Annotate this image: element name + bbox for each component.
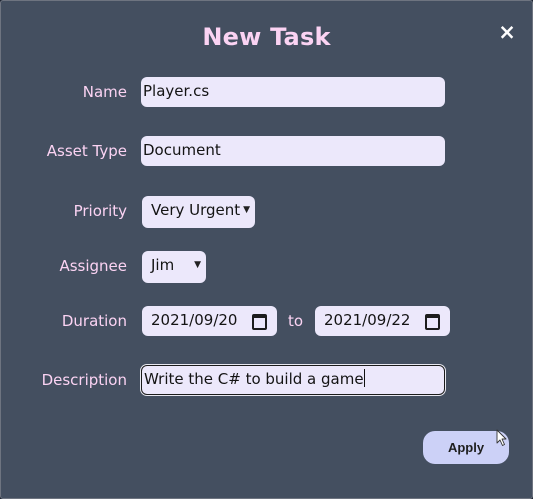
priority-value: Very Urgent	[151, 201, 241, 219]
assignee-select[interactable]: Jim ▼	[142, 251, 206, 283]
new-task-dialog: New Task × Name Player.cs Asset Type Doc…	[0, 0, 533, 499]
chevron-down-icon: ▼	[194, 260, 201, 270]
name-input[interactable]: Player.cs	[141, 77, 445, 107]
description-label: Description	[41, 371, 127, 389]
dialog-title: New Task	[202, 23, 331, 51]
start-date-input[interactable]: 2021/09/20	[142, 306, 277, 336]
description-value: Write the C# to build a game	[144, 370, 364, 388]
duration-separator: to	[288, 312, 304, 330]
duration-label: Duration	[61, 312, 127, 330]
text-cursor	[363, 369, 365, 387]
end-date-input[interactable]: 2021/09/22	[315, 306, 450, 336]
chevron-down-icon: ▼	[243, 205, 250, 215]
start-date-value: 2021/09/20	[151, 311, 238, 329]
priority-label: Priority	[73, 202, 127, 220]
assignee-value: Jim	[151, 256, 175, 274]
asset-type-label: Asset Type	[46, 142, 127, 160]
calendar-icon[interactable]	[425, 314, 440, 330]
close-icon[interactable]: ×	[497, 20, 517, 44]
asset-type-input[interactable]: Document	[141, 136, 445, 166]
calendar-icon[interactable]	[252, 314, 267, 330]
name-label: Name	[82, 83, 127, 101]
description-input[interactable]: Write the C# to build a game	[141, 365, 445, 395]
mouse-cursor-icon	[496, 429, 507, 446]
end-date-value: 2021/09/22	[324, 311, 411, 329]
assignee-label: Assignee	[59, 257, 127, 275]
priority-select[interactable]: Very Urgent ▼	[142, 196, 255, 228]
